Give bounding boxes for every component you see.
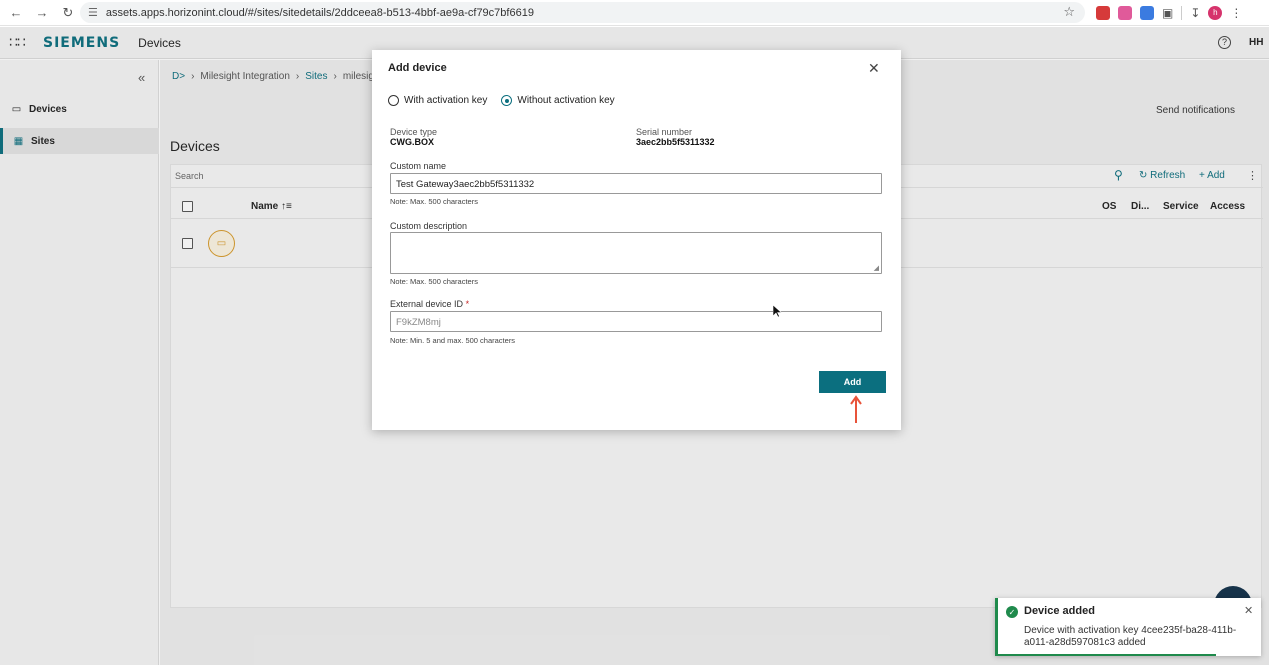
custom-name-field[interactable]: Test Gateway3aec2bb5f5311332 bbox=[390, 173, 882, 194]
puzzle-icon[interactable]: ▣ bbox=[1162, 6, 1173, 20]
success-toast: ✓ Device added ✕ Device with activation … bbox=[995, 598, 1261, 656]
back-icon[interactable]: ← bbox=[8, 5, 24, 20]
extensions-area: ▣ ↧ h ⋮ bbox=[1096, 4, 1242, 21]
external-device-id-note: Note: Min. 5 and max. 500 characters bbox=[390, 336, 516, 345]
serial-number-label: Serial number bbox=[636, 127, 693, 137]
divider bbox=[1181, 5, 1183, 20]
annotation-arrow-icon bbox=[850, 395, 862, 423]
custom-description-note: Note: Max. 500 characters bbox=[390, 277, 478, 286]
external-device-id-label-text: External device ID bbox=[390, 299, 464, 309]
extension-icon[interactable] bbox=[1096, 5, 1110, 20]
external-device-id-label: External device ID * bbox=[390, 299, 469, 309]
translate-icon[interactable] bbox=[1140, 5, 1154, 20]
forward-icon[interactable]: → bbox=[34, 5, 50, 20]
device-type-value: CWG.BOX bbox=[390, 137, 434, 147]
toast-message: Device with activation key 4cee235f-ba28… bbox=[1024, 625, 1237, 648]
add-device-button[interactable]: Add bbox=[819, 371, 886, 393]
radio-label[interactable]: With activation key bbox=[404, 95, 487, 106]
bookmark-star-icon[interactable]: ☆ bbox=[1063, 4, 1075, 20]
extension-icon[interactable] bbox=[1118, 5, 1132, 20]
dialog-title: Add device bbox=[388, 62, 447, 74]
reload-icon[interactable]: ↻ bbox=[60, 5, 76, 21]
custom-description-label: Custom description bbox=[390, 221, 468, 231]
download-icon[interactable]: ↧ bbox=[1190, 6, 1200, 20]
check-circle-icon: ✓ bbox=[1006, 606, 1018, 618]
device-type-label: Device type bbox=[390, 127, 438, 137]
close-icon[interactable]: ✕ bbox=[1244, 604, 1253, 617]
radio-label[interactable]: Without activation key bbox=[517, 95, 614, 106]
custom-name-note: Note: Max. 500 characters bbox=[390, 197, 478, 206]
browser-nav: ← → ↻ bbox=[0, 5, 76, 21]
profile-avatar[interactable]: h bbox=[1208, 5, 1223, 20]
required-marker: * bbox=[465, 299, 470, 309]
browser-menu-icon[interactable]: ⋮ bbox=[1230, 6, 1242, 20]
add-device-dialog: Add device ✕ With activation key Without… bbox=[372, 50, 901, 430]
activation-key-options: With activation key Without activation k… bbox=[388, 95, 615, 106]
toast-title: Device added bbox=[1024, 605, 1095, 617]
serial-number-value: 3aec2bb5f5311332 bbox=[636, 137, 715, 147]
custom-description-field[interactable]: ◢ bbox=[390, 232, 882, 274]
radio-without-activation-key[interactable] bbox=[501, 95, 513, 106]
url-text: assets.apps.horizonint.cloud/#/sites/sit… bbox=[105, 6, 534, 19]
radio-with-activation-key[interactable] bbox=[388, 95, 399, 106]
mouse-cursor-icon bbox=[773, 305, 782, 318]
browser-toolbar: ← → ↻ ☰ assets.apps.horizonint.cloud/#/s… bbox=[0, 0, 1269, 26]
resize-handle-icon[interactable]: ◢ bbox=[874, 264, 879, 272]
toast-progress-bar bbox=[998, 654, 1216, 656]
address-bar[interactable]: ☰ assets.apps.horizonint.cloud/#/sites/s… bbox=[80, 2, 1085, 23]
site-info-icon[interactable]: ☰ bbox=[88, 6, 98, 19]
custom-name-label: Custom name bbox=[390, 161, 447, 171]
external-device-id-field[interactable]: F9kZM8mj bbox=[390, 311, 882, 332]
close-icon[interactable]: ✕ bbox=[868, 60, 880, 77]
